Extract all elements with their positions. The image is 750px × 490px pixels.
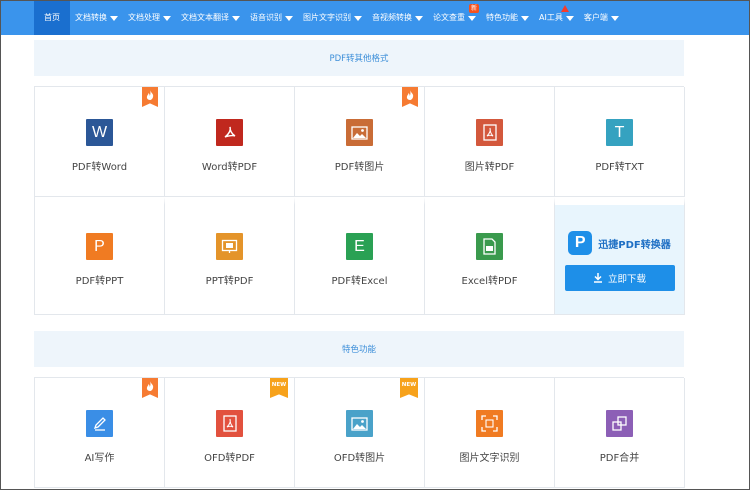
chevron-down-icon [565, 15, 574, 21]
app-logo-icon: P [568, 231, 593, 255]
promo-app-name: 迅捷PDF转换器 [598, 239, 671, 251]
nav-item-featured[interactable]: 特色功能 [481, 1, 534, 35]
tool-card-pdf-to-excel[interactable]: E PDF转Excel [295, 197, 425, 315]
section-header-featured: 特色功能 [34, 331, 684, 367]
ppt-pdf-icon [216, 233, 243, 260]
tool-card-pdf-to-image[interactable]: PDF转图片 [295, 87, 425, 197]
nav-item-translate[interactable]: 文档文本翻译 [176, 1, 245, 35]
tool-label: PPT转PDF [205, 276, 254, 287]
hot-tag-icon [142, 378, 158, 398]
promo-brand: P 迅捷PDF转换器 [568, 231, 671, 255]
tool-label: Excel转PDF [461, 276, 518, 287]
word-icon: W [86, 119, 113, 146]
nav-label: 首页 [44, 13, 60, 22]
tool-label: PDF转图片 [334, 162, 385, 173]
pdf-icon [216, 410, 243, 437]
hot-triangle-icon [560, 5, 569, 12]
tool-label: PDF转TXT [595, 162, 644, 173]
new-tag: NEW [400, 378, 418, 398]
chevron-down-icon [468, 15, 476, 21]
top-nav: 首页 文档转换 文档处理 文档文本翻译 语音识别 图片文字识别 音视频转换 论文… [1, 1, 749, 35]
tool-card-image-ocr[interactable]: 图片文字识别 [425, 378, 555, 488]
ai-writing-icon [86, 410, 113, 437]
nav-label: 语音识别 [250, 13, 282, 22]
nav-item-plagiarism[interactable]: 论文查重新 [428, 1, 481, 35]
download-icon [593, 273, 602, 283]
nav-label: 文档处理 [128, 13, 160, 22]
nav-item-speech[interactable]: 语音识别 [245, 1, 298, 35]
tool-label: Word转PDF [201, 162, 258, 173]
new-tag: NEW [270, 378, 288, 398]
nav-item-doc-process[interactable]: 文档处理 [123, 1, 176, 35]
text-icon: T [606, 119, 633, 146]
tool-label: AI写作 [84, 453, 115, 464]
tool-grid-formats: W PDF转Word Word转PDF PDF转图片 图片转PDF T PDF转… [34, 86, 685, 315]
hot-tag-icon [402, 87, 418, 107]
merge-icon [606, 410, 633, 437]
nav-item-ai-tools[interactable]: AI工具 [534, 1, 579, 35]
excel-icon: E [346, 233, 373, 260]
tool-card-pdf-merge[interactable]: PDF合并 [555, 378, 685, 488]
image-icon [346, 119, 373, 146]
hot-tag-icon [142, 87, 158, 107]
tool-card-ai-writing[interactable]: AI写作 [35, 378, 165, 488]
tool-label: PDF转Word [71, 162, 128, 173]
tool-card-word-to-pdf[interactable]: Word转PDF [165, 87, 295, 197]
section-header-other-formats: PDF转其他格式 [34, 40, 684, 76]
nav-label: 文档文本翻译 [181, 13, 229, 22]
nav-label: 音视频转换 [372, 13, 412, 22]
chevron-down-icon [415, 15, 423, 21]
pdf-icon [216, 119, 243, 146]
tool-grid-featured: AI写作 NEW OFD转PDF NEW OFD转图片 图片文字识别 PDF合并 [34, 377, 685, 488]
tool-card-ofd-to-image[interactable]: NEW OFD转图片 [295, 378, 425, 488]
tool-label: PDF转Excel [331, 276, 388, 287]
pdf-icon [476, 119, 503, 146]
nav-label: 论文查重 [433, 13, 465, 22]
tool-card-pdf-to-ppt[interactable]: P PDF转PPT [35, 197, 165, 315]
tool-label: PDF转PPT [75, 276, 124, 287]
tool-card-pdf-to-txt[interactable]: T PDF转TXT [555, 87, 685, 197]
download-button[interactable]: 立即下载 [564, 265, 675, 291]
tool-label: 图片转PDF [464, 162, 515, 173]
ocr-icon [476, 410, 503, 437]
chevron-down-icon [232, 15, 240, 21]
tool-label: 图片文字识别 [459, 453, 520, 464]
chevron-down-icon [354, 15, 362, 21]
nav-label: 文档转换 [75, 13, 107, 22]
tool-card-excel-to-pdf[interactable]: Excel转PDF [425, 197, 555, 315]
nav-item-client[interactable]: 客户端 [579, 1, 624, 35]
download-label: 立即下载 [607, 274, 646, 285]
tool-card-ofd-to-pdf[interactable]: NEW OFD转PDF [165, 378, 295, 488]
nav-item-ocr[interactable]: 图片文字识别 [298, 1, 367, 35]
nav-label: 客户端 [583, 13, 608, 22]
nav-label: 特色功能 [486, 13, 518, 22]
tool-card-image-to-pdf[interactable]: 图片转PDF [425, 87, 555, 197]
chevron-down-icon [610, 15, 619, 21]
chevron-down-icon [163, 15, 171, 21]
tool-label: OFD转图片 [333, 453, 386, 464]
nav-item-av-convert[interactable]: 音视频转换 [367, 1, 428, 35]
nav-item-doc-convert[interactable]: 文档转换 [70, 1, 123, 35]
ppt-icon: P [86, 233, 113, 260]
chevron-down-icon [521, 15, 529, 21]
image-icon [346, 410, 373, 437]
tool-label: OFD转PDF [204, 453, 255, 464]
nav-label: 图片文字识别 [303, 13, 351, 22]
new-badge: 新 [468, 4, 479, 13]
nav-label: AI工具 [539, 13, 563, 22]
nav-item-home[interactable]: 首页 [34, 1, 70, 35]
promo-card: P 迅捷PDF转换器 立即下载 [555, 197, 685, 315]
tool-card-pdf-to-word[interactable]: W PDF转Word [35, 87, 165, 197]
tool-label: PDF合并 [599, 453, 640, 464]
excel-pdf-icon [476, 233, 503, 260]
chevron-down-icon [110, 15, 118, 21]
chevron-down-icon [285, 15, 293, 21]
tool-card-ppt-to-pdf[interactable]: PPT转PDF [165, 197, 295, 315]
